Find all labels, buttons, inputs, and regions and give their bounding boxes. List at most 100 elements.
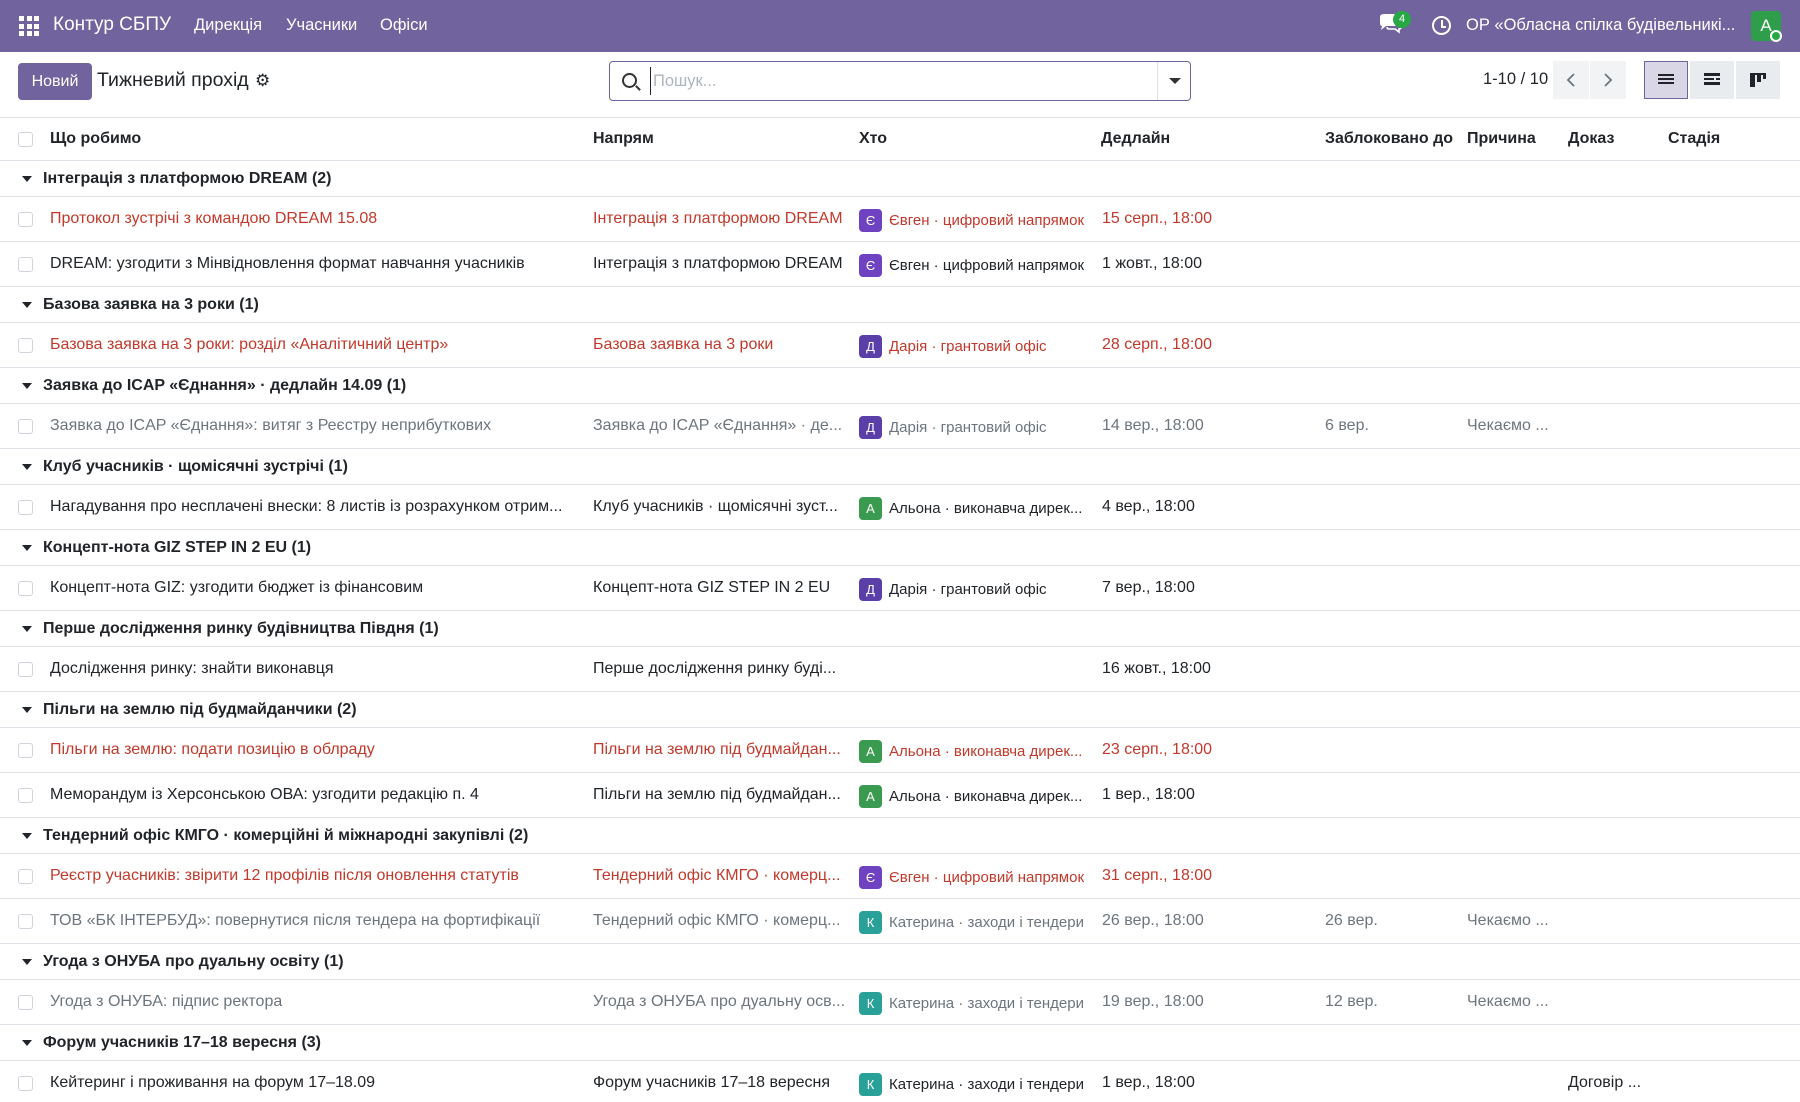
caret-down-icon[interactable] [22,302,32,308]
row-checkbox[interactable] [18,257,33,272]
table-row[interactable]: Заявка до ICAP «Єднання»: витяг з Реєстр… [0,404,1800,449]
caret-down-icon[interactable] [22,707,32,713]
pager-previous-button[interactable] [1553,61,1589,99]
table-row[interactable]: Дослідження ринку: знайти виконавця Перше… [0,647,1800,692]
new-button[interactable]: Новий [18,63,92,100]
reason-cell: Чекаємо ... [1467,912,1549,929]
row-checkbox[interactable] [18,338,33,353]
task-cell: Реєстр учасників: звірити 12 профілів пі… [50,867,519,884]
table-row[interactable]: DREAM: узгодити з Мінвідновлення формат … [0,242,1800,287]
select-all-checkbox[interactable] [18,132,33,147]
group-row[interactable]: Клуб учасників · щомісячні зустрічі (1) [0,449,1800,485]
row-checkbox[interactable] [18,500,33,515]
task-cell: ТОВ «БК ІНТЕРБУД»: повернутися після тен… [50,912,541,929]
kanban-view-button[interactable] [1736,61,1780,99]
deadline-cell: 1 вер., 18:00 [1102,786,1195,803]
table-row[interactable]: ТОВ «БК ІНТЕРБУД»: повернутися після тен… [0,899,1800,944]
task-cell: Пільги на землю: подати позицію в облрад… [50,741,375,758]
col-proof[interactable]: Доказ [1568,130,1614,148]
menu-offices[interactable]: Офіси [380,16,428,35]
group-label: Інтеграція з платформою DREAM (2) [43,170,332,187]
group-row[interactable]: Інтеграція з платформою DREAM (2) [0,161,1800,197]
caret-down-icon[interactable] [22,383,32,389]
col-stage[interactable]: Стадія [1668,130,1720,148]
top-navbar: Контур СБПУ Дирекція Учасники Офіси 4 ОР… [0,0,1800,52]
activity-view-button[interactable] [1690,61,1734,99]
deadline-cell: 28 серп., 18:00 [1102,336,1213,353]
caret-down-icon[interactable] [22,545,32,551]
col-task[interactable]: Що робимо [50,130,141,148]
row-checkbox[interactable] [18,419,33,434]
direction-cell: Пільги на землю під будмайдан... [593,786,841,803]
pager-next-button[interactable] [1590,61,1626,99]
table-row[interactable]: Пільги на землю: подати позицію в облрад… [0,728,1800,773]
caret-down-icon[interactable] [22,464,32,470]
activity-clock-icon[interactable] [1432,16,1451,35]
deadline-cell: 1 жовт., 18:00 [1102,255,1203,272]
row-checkbox[interactable] [18,1076,33,1091]
row-checkbox[interactable] [18,581,33,596]
row-checkbox[interactable] [18,662,33,677]
caret-down-icon[interactable] [22,959,32,965]
apps-menu-icon[interactable] [19,16,39,36]
table-row[interactable]: Реєстр учасників: звірити 12 профілів пі… [0,854,1800,899]
row-checkbox[interactable] [18,743,33,758]
col-who[interactable]: Хто [859,130,887,148]
table-row[interactable]: Протокол зустрічі з командою DREAM 15.08… [0,197,1800,242]
assignee-name: Катерина · заходи і тендери [889,914,1084,931]
deadline-cell: 31 серп., 18:00 [1102,867,1213,884]
caret-down-icon[interactable] [22,1040,32,1046]
caret-down-icon[interactable] [22,626,32,632]
col-deadline[interactable]: Дедлайн [1101,130,1170,148]
activity-view-icon [1704,73,1720,85]
table-row[interactable]: Базова заявка на 3 роки: розділ «Аналіти… [0,323,1800,368]
row-checkbox[interactable] [18,914,33,929]
group-row[interactable]: Заявка до ICAP «Єднання» · дедлайн 14.09… [0,368,1800,404]
table-row[interactable]: Кейтеринг і проживання на форум 17–18.09… [0,1061,1800,1102]
pager-value[interactable]: 1-10 / 10 [1483,70,1548,89]
company-switcher[interactable]: ОР «Обласна спілка будівельникі... [1466,16,1735,35]
menu-members[interactable]: Учасники [286,16,357,35]
caret-down-icon[interactable] [22,833,32,839]
who-cell: А Альона · виконавча дирек... [859,740,1089,763]
caret-down-icon[interactable] [22,176,32,182]
col-direction[interactable]: Напрям [593,130,654,148]
who-cell: А Альона · виконавча дирек... [859,497,1089,520]
task-cell: Дослідження ринку: знайти виконавця [50,660,334,677]
assignee-avatar: К [859,911,882,934]
group-row[interactable]: Угода з ОНУБА про дуальну освіту (1) [0,944,1800,980]
search-input[interactable] [650,67,1155,95]
group-row[interactable]: Базова заявка на 3 роки (1) [0,287,1800,323]
row-checkbox[interactable] [18,995,33,1010]
chat-count-badge: 4 [1393,11,1411,28]
table-row[interactable]: Нагадування про несплачені внески: 8 лис… [0,485,1800,530]
list-view-button[interactable] [1644,61,1688,99]
group-row[interactable]: Тендерний офіс КМГО · комерційні й міжна… [0,818,1800,854]
who-cell: Є Євген · цифровий напрямок [859,866,1089,889]
table-row[interactable]: Меморандум із Херсонською ОВА: узгодити … [0,773,1800,818]
col-blocked-until[interactable]: Заблоковано до [1325,130,1453,148]
menu-directorate[interactable]: Дирекція [194,16,262,35]
kanban-view-icon [1750,73,1766,87]
search-icon [622,73,637,88]
row-checkbox[interactable] [18,788,33,803]
who-cell: Д Дарія · грантовий офіс [859,335,1089,358]
who-cell: Є Євген · цифровий напрямок [859,254,1089,277]
direction-cell: Перше дослідження ринку буді... [593,660,837,677]
group-row[interactable]: Концепт-нота GIZ STEP IN 2 EU (1) [0,530,1800,566]
search-options-toggle[interactable] [1157,62,1190,100]
assignee-name: Альона · виконавча дирек... [889,500,1083,517]
app-brand[interactable]: Контур СБПУ [53,14,171,36]
table-row[interactable]: Угода з ОНУБА: підпис ректора Угода з ОНУ… [0,980,1800,1025]
row-checkbox[interactable] [18,212,33,227]
row-checkbox[interactable] [18,869,33,884]
group-row[interactable]: Пільги на землю під будмайданчики (2) [0,692,1800,728]
group-row[interactable]: Перше дослідження ринку будівництва Півд… [0,611,1800,647]
table-row[interactable]: Концепт-нота GIZ: узгодити бюджет із фін… [0,566,1800,611]
direction-cell: Угода з ОНУБА про дуальну осв... [593,993,845,1010]
view-title: Тижневий прохід [97,69,249,91]
col-reason[interactable]: Причина [1467,130,1536,148]
gear-icon[interactable]: ⚙ [255,71,270,91]
group-row[interactable]: Форум учасників 17–18 вересня (3) [0,1025,1800,1061]
proof-cell: Договір ... [1568,1074,1642,1091]
